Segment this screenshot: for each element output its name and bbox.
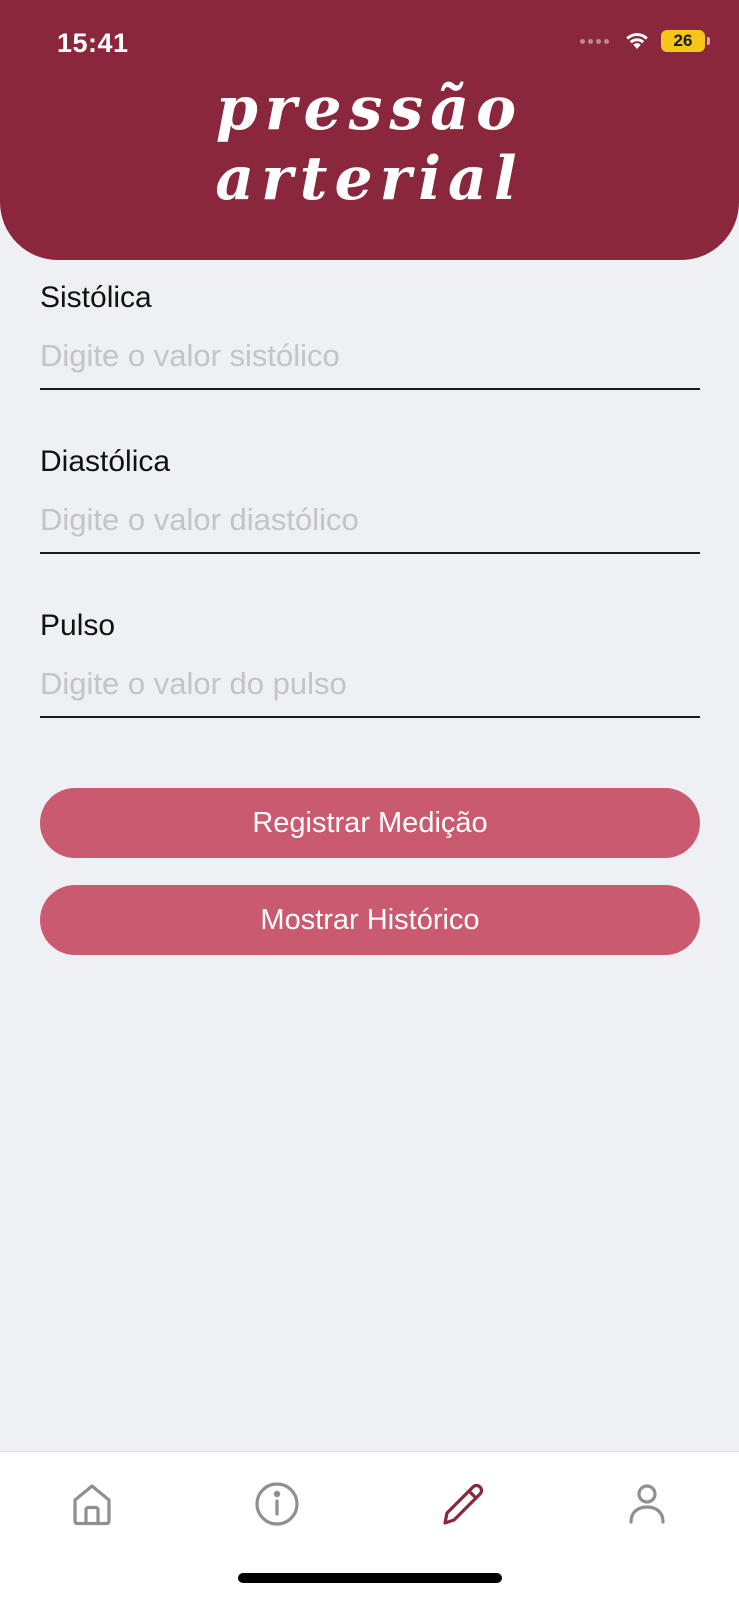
show-history-button[interactable]: Mostrar Histórico [40,885,700,955]
tab-home[interactable] [62,1474,122,1534]
pulse-field-group: Pulso [40,608,700,718]
wifi-icon [626,33,648,49]
screen: 15:41 26 pressão arterial Sistólica Dias [0,0,739,1600]
systolic-label: Sistólica [40,281,152,314]
home-icon [73,1484,111,1526]
tab-info[interactable] [247,1474,307,1534]
pulse-input[interactable] [40,660,700,718]
tab-profile[interactable] [617,1474,677,1534]
systolic-input[interactable] [40,332,700,390]
systolic-field-group: Sistólica [40,280,700,390]
status-time: 15:41 [57,28,129,58]
signal-dots-icon [580,38,609,44]
app-title-line-1: pressão [215,74,524,144]
home-indicator [238,1573,502,1583]
diastolic-label: Diastólica [40,445,171,478]
pulse-label: Pulso [40,609,116,642]
battery-icon: 26 [661,30,710,52]
tab-edit[interactable] [432,1474,492,1534]
app-header: 15:41 26 pressão arterial [0,0,739,260]
app-title-line-2: arterial [215,144,524,214]
person-icon [629,1484,665,1524]
pencil-icon [443,1483,484,1525]
app-title: pressão arterial [0,74,739,214]
register-measurement-button[interactable]: Registrar Medição [40,788,700,858]
info-icon [255,1482,299,1526]
status-icons: 26 [580,30,710,52]
battery-level: 26 [673,31,693,50]
diastolic-input[interactable] [40,496,700,554]
diastolic-field-group: Diastólica [40,444,700,554]
